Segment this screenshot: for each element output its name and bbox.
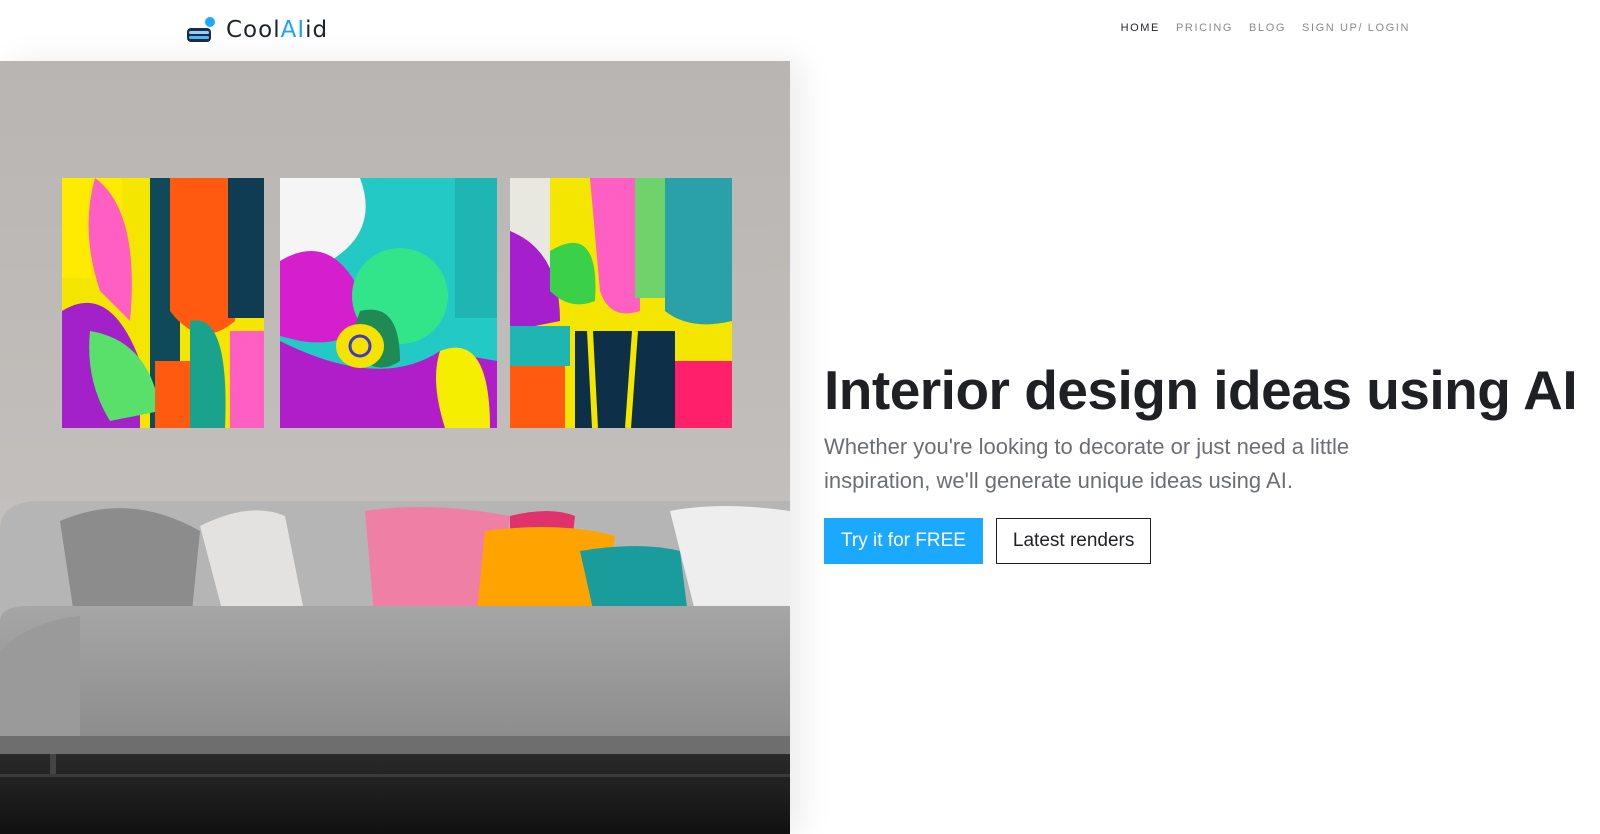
logo-text-suffix: id [305, 17, 329, 43]
logo-text-prefix: Cool [226, 17, 281, 43]
hero-section: Interior design ideas using AI Whether y… [824, 356, 1594, 564]
hero-interior-image [0, 61, 790, 834]
hero-buttons: Try it for FREE Latest renders [824, 518, 1594, 564]
site-header: CoolAIid HOME PRICING BLOG SIGN UP/ LOGI… [0, 0, 1600, 61]
nav-signup-login[interactable]: SIGN UP/ LOGIN [1302, 22, 1410, 34]
nav-pricing[interactable]: PRICING [1176, 22, 1233, 34]
site-logo[interactable]: CoolAIid [186, 14, 328, 46]
latest-renders-button[interactable]: Latest renders [995, 518, 1152, 564]
painting-right [510, 178, 732, 429]
logo-text-accent: AI [280, 17, 306, 43]
painting-left [62, 178, 264, 428]
hero-title: Interior design ideas using AI [824, 359, 1578, 421]
logo-icon [186, 15, 216, 45]
painting-center [280, 178, 497, 428]
hero-subtitle: Whether you're looking to decorate or ju… [824, 434, 1350, 493]
try-free-button[interactable]: Try it for FREE [824, 518, 983, 564]
nav-blog[interactable]: BLOG [1249, 22, 1286, 34]
nav-home[interactable]: HOME [1121, 22, 1160, 34]
logo-text: CoolAIid [226, 17, 328, 43]
main-nav: HOME PRICING BLOG SIGN UP/ LOGIN [1121, 22, 1410, 34]
